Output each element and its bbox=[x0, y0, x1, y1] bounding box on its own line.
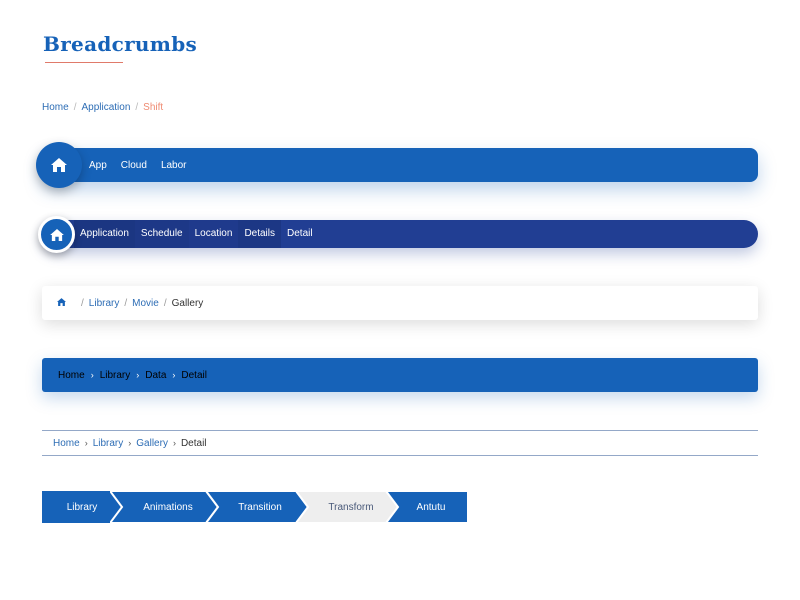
chevron-right-icon: › bbox=[128, 438, 132, 448]
breadcrumb-link-details[interactable]: Details bbox=[238, 220, 282, 248]
breadcrumb-link-application[interactable]: Application bbox=[74, 220, 135, 248]
breadcrumb-link-location[interactable]: Location bbox=[188, 220, 239, 248]
chevron-right-icon: › bbox=[172, 438, 176, 448]
breadcrumb-pill-items: App Cloud Labor bbox=[89, 160, 201, 171]
breadcrumb-link-schedule[interactable]: Schedule bbox=[134, 220, 189, 248]
chevron-right-icon: › bbox=[172, 370, 176, 380]
step-transform[interactable]: Transform bbox=[296, 491, 398, 523]
breadcrumb-plain: Home / Application / Shift bbox=[42, 102, 163, 113]
breadcrumb-link-home[interactable]: Home bbox=[53, 438, 80, 449]
step-antutu[interactable]: Antutu bbox=[386, 491, 468, 523]
breadcrumb-link-labor[interactable]: Labor bbox=[161, 160, 187, 171]
breadcrumb-separator: / bbox=[73, 102, 77, 113]
chevron-right-icon: › bbox=[136, 370, 140, 380]
step-animations[interactable]: Animations bbox=[110, 491, 218, 523]
breadcrumb-link-library[interactable]: Library bbox=[93, 438, 124, 449]
breadcrumb-current: Detail bbox=[180, 437, 207, 449]
chevron-right-icon: › bbox=[90, 370, 94, 380]
breadcrumb-link-detail[interactable]: Detail bbox=[281, 220, 319, 248]
breadcrumb-bar: Home › Library › Data › Detail bbox=[42, 358, 758, 392]
breadcrumb-link-home[interactable]: Home bbox=[42, 102, 69, 113]
breadcrumb-steps: Library Animations Transition Transform … bbox=[42, 491, 472, 523]
breadcrumb-link-home[interactable]: Home bbox=[58, 370, 85, 381]
breadcrumb-card: / Library / Movie / Gallery bbox=[42, 286, 758, 320]
breadcrumb-link-movie[interactable]: Movie bbox=[132, 298, 159, 309]
page-title: Breadcrumbs bbox=[43, 32, 198, 56]
breadcrumb-link-library[interactable]: Library bbox=[100, 370, 131, 381]
breadcrumb-lines: Home › Library › Gallery › Detail bbox=[42, 430, 758, 456]
home-button[interactable] bbox=[38, 216, 75, 253]
breadcrumb-separator: / bbox=[81, 297, 84, 309]
breadcrumb-link-data[interactable]: Data bbox=[145, 370, 166, 381]
chevron-right-icon: › bbox=[84, 438, 88, 448]
breadcrumb-separator: / bbox=[124, 297, 128, 309]
breadcrumb-navy-items: Application Schedule Location Details De… bbox=[74, 220, 319, 248]
breadcrumb-link-detail[interactable]: Detail bbox=[181, 370, 207, 381]
breadcrumb-link-application[interactable]: Application bbox=[81, 102, 130, 113]
breadcrumb-separator: / bbox=[135, 102, 139, 113]
home-icon bbox=[49, 228, 64, 241]
home-link[interactable] bbox=[57, 297, 66, 309]
breadcrumb-link-cloud[interactable]: Cloud bbox=[121, 160, 147, 171]
breadcrumb-link-library[interactable]: Library bbox=[89, 298, 120, 309]
breadcrumb-current: Shift bbox=[143, 102, 164, 113]
breadcrumb-link-app[interactable]: App bbox=[89, 160, 107, 171]
title-underline bbox=[45, 62, 123, 63]
home-icon bbox=[57, 297, 66, 306]
home-button[interactable] bbox=[36, 142, 82, 188]
home-icon bbox=[51, 158, 67, 172]
breadcrumb-separator: / bbox=[163, 297, 167, 309]
breadcrumb-current: Gallery bbox=[171, 297, 204, 309]
page: Breadcrumbs Home / Application / Shift A… bbox=[0, 0, 800, 600]
breadcrumb-link-gallery[interactable]: Gallery bbox=[136, 438, 168, 449]
step-transition[interactable]: Transition bbox=[206, 491, 308, 523]
